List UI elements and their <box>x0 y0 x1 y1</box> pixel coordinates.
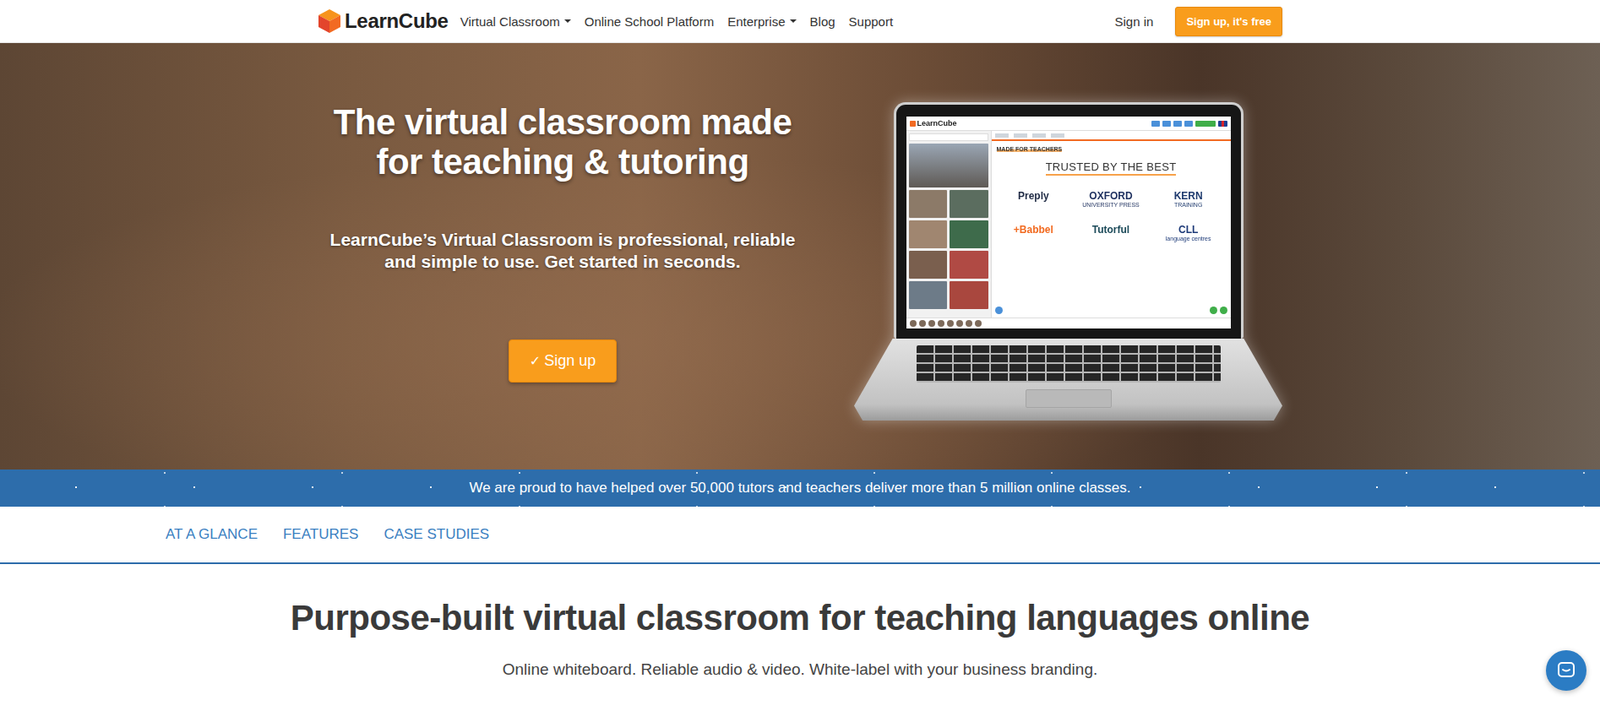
video-tile <box>908 190 948 218</box>
hero-title: The virtual classroom made for teaching … <box>317 102 808 182</box>
whiteboard: MADE FOR TEACHERS TRUSTED BY THE BEST Prep… <box>990 130 1231 318</box>
video-search <box>908 133 989 142</box>
app-control <box>1173 120 1182 127</box>
video-tile <box>949 250 989 279</box>
app-cube-icon <box>909 120 916 127</box>
intro-section: Purpose-built virtual classroom for teac… <box>0 564 1600 680</box>
avatar <box>946 320 954 327</box>
laptop-screen: LearnCube MADE FOR TEACHERS TRUSTED BY THE… <box>906 116 1231 329</box>
sign-in-link[interactable]: Sign in <box>1115 14 1154 29</box>
partner-logo: OXFORDUNIVERSITY PRESS <box>1073 190 1149 208</box>
nav-link[interactable]: Online School Platform <box>584 14 714 29</box>
section-tabs: AT A GLANCE FEATURES CASE STUDIES <box>0 506 1600 565</box>
hero: The virtual classroom made for teaching … <box>0 43 1600 470</box>
nav-link[interactable]: Blog <box>810 14 836 29</box>
avatar-strip <box>906 317 1231 329</box>
nav-link[interactable]: Virtual Classroom <box>460 14 572 29</box>
hero-subtitle: LearnCube’s Virtual Classroom is profess… <box>317 228 808 274</box>
video-tile <box>908 143 989 188</box>
caret-icon <box>789 19 797 23</box>
whiteboard-button <box>1209 306 1218 315</box>
partner-logo: KERNTRAINING <box>1151 190 1226 208</box>
section-subheading: Online whiteboard. Reliable audio & vide… <box>0 660 1600 680</box>
app-control <box>1151 120 1160 127</box>
check-icon: ✓ <box>529 353 541 370</box>
trackpad <box>1025 389 1112 409</box>
trusted-heading: TRUSTED BY THE BEST <box>1045 160 1177 176</box>
avatar <box>974 320 982 327</box>
section-tab[interactable]: AT A GLANCE <box>165 521 258 549</box>
nav-link[interactable]: Enterprise <box>727 14 796 29</box>
page: LearnCube Virtual Classroom Online School … <box>0 0 1600 722</box>
video-tile <box>908 220 948 249</box>
video-tile <box>908 281 948 310</box>
avatar <box>928 320 936 327</box>
cube-logo-icon <box>317 8 342 34</box>
partner-logo: Preply <box>996 190 1072 208</box>
video-tile <box>949 281 989 310</box>
video-tile <box>949 220 989 249</box>
avatar <box>909 320 917 327</box>
keyboard <box>916 345 1221 383</box>
wb-tool <box>995 133 1009 138</box>
logo-text: LearnCube <box>344 9 449 33</box>
top-nav: LearnCube Virtual Classroom Online School … <box>0 0 1600 44</box>
avatar <box>919 320 926 327</box>
app-control <box>1184 120 1193 127</box>
stats-banner: We are proud to have helped over 50,000 … <box>0 469 1600 507</box>
laptop: LearnCube MADE FOR TEACHERS TRUSTED BY THE… <box>854 102 1283 421</box>
wb-tool <box>1013 133 1028 138</box>
chat-button[interactable] <box>1545 650 1587 692</box>
section-tab[interactable]: CASE STUDIES <box>383 521 490 549</box>
laptop-base <box>854 338 1283 421</box>
partner-logo: +Babbel <box>996 224 1072 242</box>
hero-text: The virtual classroom made for teaching … <box>317 43 808 421</box>
caret-icon <box>564 19 572 23</box>
whiteboard-button <box>1219 306 1228 315</box>
avatar <box>965 320 973 327</box>
laptop-lid: LearnCube MADE FOR TEACHERS TRUSTED BY THE… <box>893 102 1244 339</box>
banner-text: We are proud to have helped over 50,000 … <box>468 479 1131 497</box>
signup-button[interactable]: ✓Sign up <box>508 339 617 383</box>
section-heading: Purpose-built virtual classroom for teac… <box>0 598 1600 639</box>
app-control <box>1162 120 1171 127</box>
flag-icon <box>1218 120 1228 127</box>
partner-logo: CLLlanguage centres <box>1151 224 1226 242</box>
avatar <box>937 320 945 327</box>
tagline: MADE FOR TEACHERS <box>996 146 1063 153</box>
whiteboard-button <box>995 306 1003 315</box>
partner-logo: Tutorful <box>1073 224 1149 242</box>
nav-menu: Virtual Classroom Online School Platform E… <box>460 14 893 29</box>
section-tab[interactable]: FEATURES <box>282 521 359 549</box>
video-tile <box>949 190 989 218</box>
app-logo: LearnCube <box>909 119 958 128</box>
nav-link[interactable]: Support <box>848 14 894 29</box>
app-control <box>1195 120 1216 127</box>
app-bar: LearnCube <box>906 116 1231 131</box>
wb-tool <box>1050 133 1065 138</box>
avatar <box>956 320 964 327</box>
video-panel <box>906 130 991 318</box>
video-tile <box>908 250 948 279</box>
wb-tool <box>1032 133 1046 138</box>
logo[interactable]: LearnCube <box>317 8 449 34</box>
chat-icon <box>1556 660 1577 681</box>
signup-free-button[interactable]: Sign up, it's free <box>1175 6 1283 37</box>
